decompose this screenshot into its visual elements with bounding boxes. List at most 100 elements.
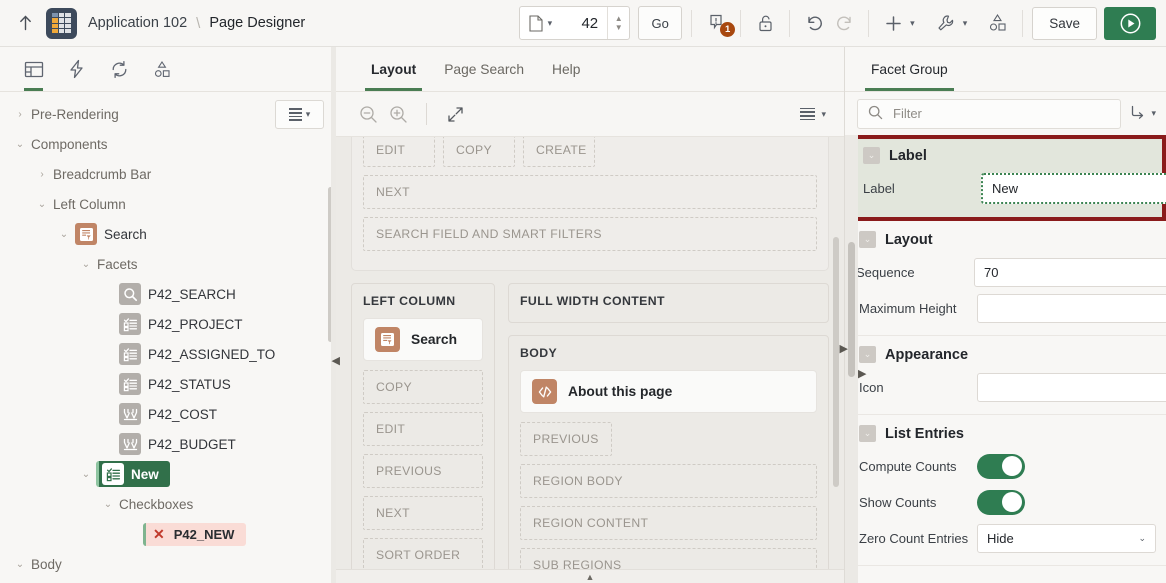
property-select-zero-count-entries[interactable]: Hide ⌄ bbox=[977, 523, 1156, 553]
page-type-icon[interactable]: ▾ bbox=[520, 7, 560, 39]
shared-components-icon[interactable] bbox=[141, 47, 184, 91]
lock-icon[interactable] bbox=[750, 8, 780, 38]
section-collapse-toggle[interactable]: ⌄ bbox=[859, 425, 876, 442]
section-header-appearance[interactable]: ⌄ Appearance bbox=[845, 336, 1166, 370]
section-header-list-entries[interactable]: ⌄ List Entries bbox=[845, 415, 1166, 449]
breadcrumb-application[interactable]: Application 102 bbox=[88, 15, 187, 31]
placeholder-lc-copy[interactable]: COPY bbox=[363, 370, 483, 404]
breadcrumb-page-designer[interactable]: Page Designer bbox=[209, 15, 305, 31]
tree-twisty[interactable]: ⌄ bbox=[9, 139, 31, 150]
layout-menu-icon[interactable]: ▾ bbox=[800, 107, 826, 121]
placeholder-edit[interactable]: EDIT bbox=[363, 137, 435, 167]
tree-node-breadcrumb-bar[interactable]: › Breadcrumb Bar bbox=[0, 159, 335, 189]
tree-node-p42-new[interactable]: · ✕ P42_NEW bbox=[0, 519, 335, 549]
center-scrollbar-thumb[interactable] bbox=[833, 237, 839, 487]
placeholder-create[interactable]: CREATE bbox=[523, 137, 595, 167]
tree-selected-pill[interactable]: New bbox=[96, 461, 170, 487]
redo-icon[interactable] bbox=[829, 8, 859, 38]
body-box[interactable]: BODY About this page PREVIOUS REGION BODY… bbox=[508, 335, 829, 569]
tree-node-components[interactable]: ⌄ Components bbox=[0, 129, 335, 159]
placeholder-next[interactable]: NEXT bbox=[363, 175, 817, 209]
filter-input[interactable] bbox=[893, 106, 1111, 121]
tree-node-p42-search[interactable]: · P42_SEARCH bbox=[0, 279, 335, 309]
utilities-menu[interactable]: ▾ bbox=[931, 8, 967, 38]
placeholder-search-field-and-smart-filters[interactable]: SEARCH FIELD AND SMART FILTERS bbox=[363, 217, 817, 251]
center-collapse-handle[interactable]: ▶ bbox=[840, 342, 848, 355]
tree-twisty[interactable]: ⌄ bbox=[31, 199, 53, 210]
zoom-out-icon[interactable] bbox=[353, 99, 383, 129]
page-number-input[interactable] bbox=[559, 14, 608, 32]
right-scrollbar-thumb[interactable] bbox=[848, 242, 855, 377]
tree-twisty[interactable]: ⌄ bbox=[75, 469, 97, 480]
run-button[interactable] bbox=[1104, 6, 1156, 40]
section-collapse-toggle[interactable]: ⌄ bbox=[859, 231, 876, 248]
placeholder-lc-previous[interactable]: PREVIOUS bbox=[363, 454, 483, 488]
tree-node-p42-status[interactable]: · P42_STATUS bbox=[0, 369, 335, 399]
tree-node-checkboxes[interactable]: ⌄ Checkboxes bbox=[0, 489, 335, 519]
tab-help[interactable]: Help bbox=[538, 47, 594, 91]
rendering-icon[interactable] bbox=[12, 47, 55, 91]
application-logo[interactable] bbox=[46, 7, 77, 39]
go-button[interactable]: Go bbox=[638, 6, 683, 40]
tree-node-body[interactable]: ⌄ Body bbox=[0, 549, 335, 579]
left-collapse-handle[interactable]: ◀ bbox=[332, 354, 340, 367]
tree-node-new[interactable]: ⌄ New bbox=[0, 459, 335, 489]
search-region-card[interactable]: Search bbox=[363, 318, 483, 361]
tree-node-pre-rendering[interactable]: › Pre-Rendering bbox=[0, 99, 335, 129]
placeholder-body-sub-regions[interactable]: SUB REGIONS bbox=[520, 548, 817, 569]
tree-twisty[interactable]: › bbox=[9, 109, 31, 120]
tab-layout[interactable]: Layout bbox=[357, 47, 430, 91]
placeholder-body-region-body[interactable]: REGION BODY bbox=[520, 464, 817, 498]
property-switch-compute-counts[interactable] bbox=[977, 453, 1025, 479]
navigate-up-icon[interactable] bbox=[12, 10, 38, 36]
tree-node-left-column[interactable]: ⌄ Left Column bbox=[0, 189, 335, 219]
expand-icon[interactable] bbox=[440, 99, 470, 129]
tree-error-pill[interactable]: ✕ P42_NEW bbox=[143, 522, 247, 546]
filter-box[interactable] bbox=[857, 98, 1122, 129]
right-collapse-handle[interactable]: ▶ bbox=[858, 367, 866, 380]
zoom-in-icon[interactable] bbox=[383, 99, 413, 129]
section-collapse-toggle[interactable]: ⌄ bbox=[863, 147, 880, 164]
placeholder-lc-edit[interactable]: EDIT bbox=[363, 412, 483, 446]
section-collapse-toggle[interactable]: ⌄ bbox=[859, 346, 876, 363]
section-header-label[interactable]: ⌄ Label bbox=[849, 139, 1162, 171]
tree-twisty[interactable]: ⌄ bbox=[75, 259, 97, 270]
full-width-content-box[interactable]: FULL WIDTH CONTENT bbox=[508, 283, 829, 323]
tree-node-p42-cost[interactable]: · P42_COST bbox=[0, 399, 335, 429]
tree-node-p42-assigned-to[interactable]: · P42_ASSIGNED_TO bbox=[0, 339, 335, 369]
tree-node-p42-budget[interactable]: · P42_BUDGET bbox=[0, 429, 335, 459]
tree-twisty[interactable]: ⌄ bbox=[9, 559, 31, 570]
page-spinner[interactable]: ▲ ▼ bbox=[607, 7, 629, 39]
tree-twisty[interactable]: ⌄ bbox=[53, 229, 75, 240]
tree-twisty[interactable]: › bbox=[31, 169, 53, 180]
property-input-sequence[interactable] bbox=[974, 257, 1166, 287]
placeholder-body-region-content[interactable]: REGION CONTENT bbox=[520, 506, 817, 540]
tab-page-search[interactable]: Page Search bbox=[430, 47, 538, 91]
section-header-layout[interactable]: ⌄ Layout bbox=[845, 221, 1166, 255]
property-switch-show-counts[interactable] bbox=[977, 489, 1025, 515]
center-bottom-collapse[interactable]: ▲ bbox=[336, 569, 844, 583]
save-button[interactable]: Save bbox=[1032, 6, 1097, 40]
placeholder-body-previous[interactable]: PREVIOUS bbox=[520, 422, 612, 456]
messages-icon[interactable]: 1 bbox=[701, 8, 736, 38]
property-input-icon[interactable] bbox=[977, 372, 1166, 402]
tree-twisty[interactable]: ⌄ bbox=[97, 499, 119, 510]
property-input-label[interactable] bbox=[981, 172, 1166, 204]
dynamic-actions-icon[interactable] bbox=[55, 47, 98, 91]
tree-node-p42-project[interactable]: · P42_PROJECT bbox=[0, 309, 335, 339]
left-column-box[interactable]: LEFT COLUMN Search COPY EDIT PREVIOUS NEXT S… bbox=[351, 283, 495, 569]
create-menu[interactable]: ▾ bbox=[878, 8, 915, 38]
tree-node-facets[interactable]: ⌄ Facets bbox=[0, 249, 335, 279]
tree-node-search[interactable]: ⌄ Search bbox=[0, 219, 335, 249]
chevron-down-icon-zero-count-entries: ⌄ bbox=[1138, 532, 1146, 543]
shapes-icon[interactable] bbox=[983, 8, 1013, 38]
placeholder-lc-next[interactable]: NEXT bbox=[363, 496, 483, 530]
placeholder-copy[interactable]: COPY bbox=[443, 137, 515, 167]
placeholder-lc-sort-order[interactable]: SORT ORDER bbox=[363, 538, 483, 569]
tab-facet-group[interactable]: Facet Group bbox=[857, 47, 962, 91]
goto-menu[interactable]: ▾ bbox=[1129, 104, 1156, 124]
property-input-maximum-height[interactable] bbox=[977, 293, 1166, 323]
about-page-region-card[interactable]: About this page bbox=[520, 370, 817, 413]
processing-icon[interactable] bbox=[98, 47, 141, 91]
undo-icon[interactable] bbox=[799, 8, 829, 38]
